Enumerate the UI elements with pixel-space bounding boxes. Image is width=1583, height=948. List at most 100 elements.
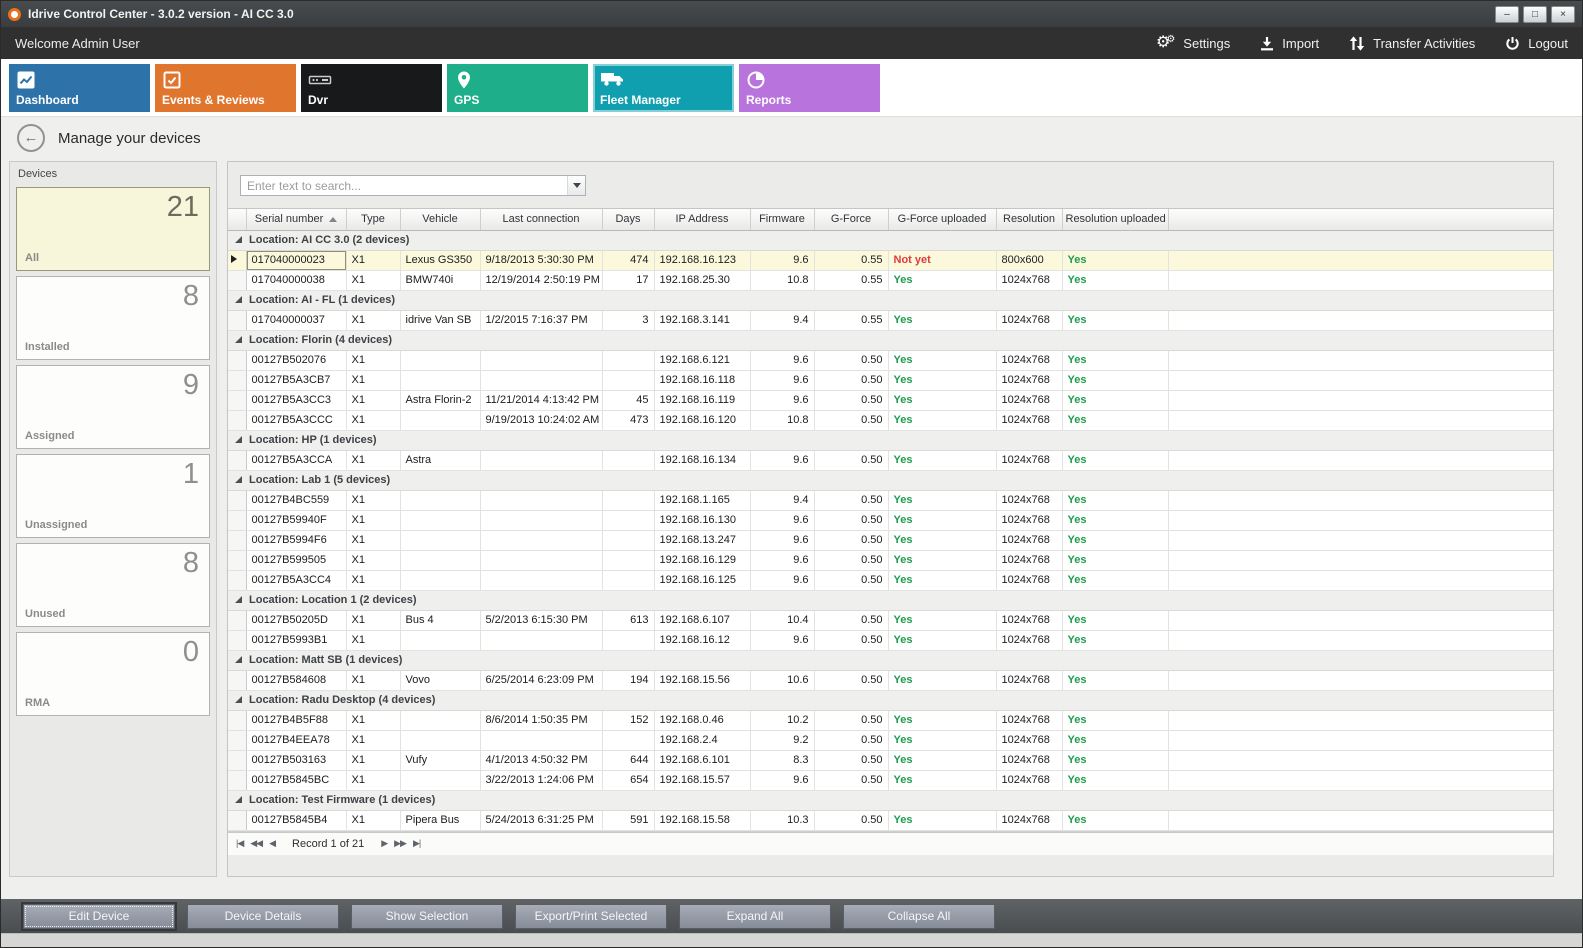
- column-header-resolution-uploaded[interactable]: Resolution uploaded: [1062, 209, 1168, 230]
- group-row[interactable]: Location: Test Firmware (1 devices): [228, 790, 1553, 810]
- device-row[interactable]: 00127B503163X1Vufy4/1/2013 4:50:32 PM644…: [228, 750, 1553, 770]
- cell-gforce: 0.50: [814, 570, 888, 590]
- expand-all-button[interactable]: Expand All: [679, 904, 831, 929]
- cell-gforce-uploaded: Yes: [888, 570, 996, 590]
- group-row[interactable]: Location: Florin (4 devices): [228, 330, 1553, 350]
- next-record-button[interactable]: ▶: [381, 838, 387, 849]
- column-header-vehicle[interactable]: Vehicle: [400, 209, 480, 230]
- search-input[interactable]: [241, 176, 567, 195]
- cell-ip: 192.168.16.12: [654, 630, 750, 650]
- edit-device-button[interactable]: Edit Device: [23, 904, 175, 929]
- device-details-button[interactable]: Device Details: [187, 904, 339, 929]
- column-header-ip-address[interactable]: IP Address: [654, 209, 750, 230]
- device-row[interactable]: 00127B5A3CCCX19/19/2013 10:24:02 AM47319…: [228, 410, 1553, 430]
- group-row[interactable]: Location: Location 1 (2 devices): [228, 590, 1553, 610]
- cell-firmware: 9.2: [750, 730, 814, 750]
- device-row[interactable]: 00127B5A3CC4X1192.168.16.1259.60.50Yes10…: [228, 570, 1553, 590]
- device-filter-rma[interactable]: 0RMA: [16, 632, 210, 716]
- tab-gps[interactable]: GPS: [447, 64, 588, 112]
- cell-firmware: 9.6: [750, 250, 814, 270]
- device-row[interactable]: 00127B5993B1X1192.168.16.129.60.50Yes102…: [228, 630, 1553, 650]
- row-indicator-header: [228, 209, 246, 230]
- tab-dashboard[interactable]: Dashboard: [9, 64, 150, 112]
- tab-fleet-manager[interactable]: Fleet Manager: [593, 64, 734, 112]
- group-expand-icon[interactable]: [235, 796, 242, 803]
- minimize-button[interactable]: –: [1495, 6, 1519, 23]
- device-row[interactable]: 00127B50205DX1Bus 45/2/2013 6:15:30 PM61…: [228, 610, 1553, 630]
- row-indicator-cell: [228, 250, 246, 270]
- device-filter-unused[interactable]: 8Unused: [16, 543, 210, 627]
- device-row[interactable]: 00127B584608X1Vovo6/25/2014 6:23:09 PM19…: [228, 670, 1553, 690]
- device-filter-label: Unused: [25, 608, 65, 620]
- prev-record-button[interactable]: ◀: [269, 838, 275, 849]
- dvr-icon: [308, 70, 332, 90]
- device-row[interactable]: 00127B5845B4X1Pipera Bus5/24/2013 6:31:2…: [228, 810, 1553, 830]
- column-header-g-force-uploaded[interactable]: G-Force uploaded: [888, 209, 996, 230]
- transfer-activities-button[interactable]: Transfer Activities: [1349, 36, 1475, 51]
- group-expand-icon[interactable]: [235, 656, 242, 663]
- cell-resolution: 1024x768: [996, 270, 1062, 290]
- cell-ip: 192.168.15.57: [654, 770, 750, 790]
- back-button[interactable]: [17, 124, 45, 152]
- search-dropdown-button[interactable]: [567, 176, 585, 195]
- column-header-days[interactable]: Days: [602, 209, 654, 230]
- group-row[interactable]: Location: AI CC 3.0 (2 devices): [228, 230, 1553, 250]
- device-row[interactable]: 00127B4BC559X1192.168.1.1659.40.50Yes102…: [228, 490, 1553, 510]
- device-row[interactable]: 017040000037X1idrive Van SB1/2/2015 7:16…: [228, 310, 1553, 330]
- column-header-filler: [1168, 209, 1553, 230]
- device-filter-installed[interactable]: 8Installed: [16, 276, 210, 360]
- column-header-g-force[interactable]: G-Force: [814, 209, 888, 230]
- last-record-button[interactable]: ▶|: [413, 838, 420, 849]
- device-row[interactable]: 00127B5845BCX13/22/2013 1:24:06 PM654192…: [228, 770, 1553, 790]
- device-row[interactable]: 00127B502076X1192.168.6.1219.60.50Yes102…: [228, 350, 1553, 370]
- group-expand-icon[interactable]: [235, 696, 242, 703]
- device-row[interactable]: 00127B599505X1192.168.16.1299.60.50Yes10…: [228, 550, 1553, 570]
- export-print-selected-button[interactable]: Export/Print Selected: [515, 904, 667, 929]
- group-expand-icon[interactable]: [235, 476, 242, 483]
- group-expand-icon[interactable]: [235, 236, 242, 243]
- tab-dvr[interactable]: Dvr: [301, 64, 442, 112]
- device-row[interactable]: 00127B5A3CCAX1Astra192.168.16.1349.60.50…: [228, 450, 1553, 470]
- first-record-button[interactable]: |◀: [236, 838, 243, 849]
- cell-vehicle: [400, 350, 480, 370]
- tab-events-reviews[interactable]: Events & Reviews: [155, 64, 296, 112]
- column-header-firmware[interactable]: Firmware: [750, 209, 814, 230]
- settings-button[interactable]: ⚙⚙Settings: [1156, 35, 1230, 51]
- device-filter-assigned[interactable]: 9Assigned: [16, 365, 210, 449]
- group-expand-icon[interactable]: [235, 596, 242, 603]
- device-row[interactable]: 00127B4B5F88X18/6/2014 1:50:35 PM152192.…: [228, 710, 1553, 730]
- next-page-button[interactable]: ▶▶: [394, 838, 406, 849]
- collapse-all-button[interactable]: Collapse All: [843, 904, 995, 929]
- group-expand-icon[interactable]: [235, 296, 242, 303]
- group-row[interactable]: Location: Lab 1 (5 devices): [228, 470, 1553, 490]
- device-row[interactable]: 00127B59940FX1192.168.16.1309.60.50Yes10…: [228, 510, 1553, 530]
- tab-reports[interactable]: Reports: [739, 64, 880, 112]
- show-selection-button[interactable]: Show Selection: [351, 904, 503, 929]
- device-row[interactable]: 017040000023X1Lexus GS3509/18/2013 5:30:…: [228, 250, 1553, 270]
- group-row[interactable]: Location: Matt SB (1 devices): [228, 650, 1553, 670]
- device-row[interactable]: 00127B5A3CB7X1192.168.16.1189.60.50Yes10…: [228, 370, 1553, 390]
- device-row[interactable]: 00127B5A3CC3X1Astra Florin-211/21/2014 4…: [228, 390, 1553, 410]
- device-row[interactable]: 00127B4EEA78X1192.168.2.49.20.50Yes1024x…: [228, 730, 1553, 750]
- group-row[interactable]: Location: AI - FL (1 devices): [228, 290, 1553, 310]
- cell-resolution: 1024x768: [996, 630, 1062, 650]
- device-filter-unassigned[interactable]: 1Unassigned: [16, 454, 210, 538]
- logout-button[interactable]: Logout: [1505, 36, 1568, 51]
- device-row[interactable]: 00127B5994F6X1192.168.13.2479.60.50Yes10…: [228, 530, 1553, 550]
- column-header-type[interactable]: Type: [346, 209, 400, 230]
- group-label: Location: Matt SB (1 devices): [249, 654, 402, 666]
- column-header-resolution[interactable]: Resolution: [996, 209, 1062, 230]
- group-expand-icon[interactable]: [235, 336, 242, 343]
- device-filter-all[interactable]: 21All: [16, 187, 210, 271]
- prev-page-button[interactable]: ◀◀: [250, 838, 262, 849]
- device-row[interactable]: 017040000038X1BMW740i12/19/2014 2:50:19 …: [228, 270, 1553, 290]
- cell-serial: 00127B5A3CB7: [246, 370, 346, 390]
- import-button[interactable]: Import: [1260, 36, 1319, 51]
- column-header-serial-number[interactable]: Serial number: [246, 209, 346, 230]
- group-row[interactable]: Location: Radu Desktop (4 devices): [228, 690, 1553, 710]
- column-header-last-connection[interactable]: Last connection: [480, 209, 602, 230]
- group-expand-icon[interactable]: [235, 436, 242, 443]
- group-row[interactable]: Location: HP (1 devices): [228, 430, 1553, 450]
- maximize-button[interactable]: □: [1523, 6, 1547, 23]
- close-button[interactable]: ×: [1551, 6, 1575, 23]
